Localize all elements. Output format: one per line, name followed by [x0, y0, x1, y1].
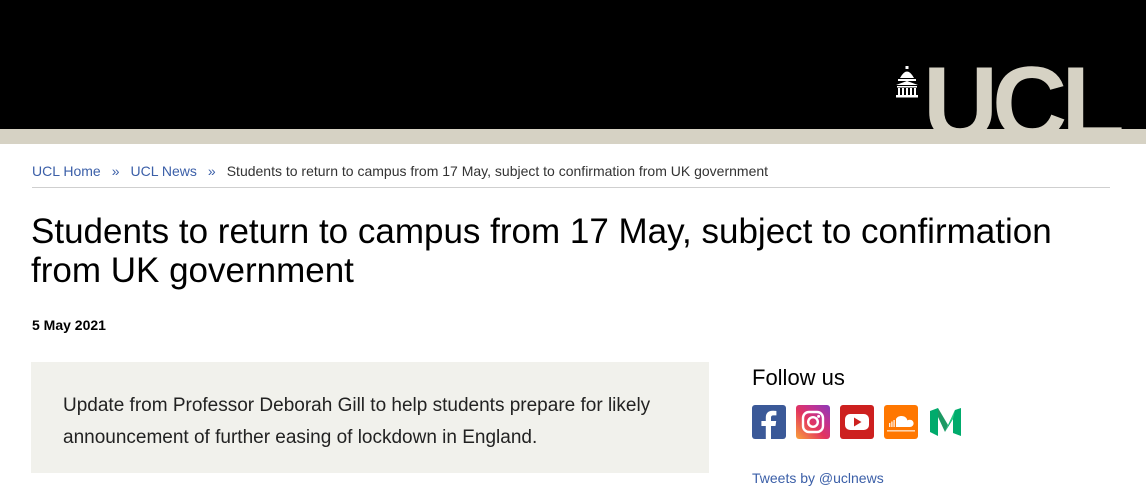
medium-icon[interactable] — [928, 405, 962, 439]
page-title: Students to return to campus from 17 May… — [31, 212, 1052, 290]
breadcrumb-separator: » — [111, 163, 120, 179]
article-date: 5 May 2021 — [32, 317, 106, 333]
follow-us-heading: Follow us — [752, 365, 845, 390]
article-summary: Update from Professor Deborah Gill to he… — [31, 362, 709, 473]
breadcrumb-ucl-home[interactable]: UCL Home — [32, 163, 101, 179]
ucl-logo-text: UCL — [923, 46, 1125, 162]
breadcrumb-ucl-news[interactable]: UCL News — [131, 163, 197, 179]
ucl-logo[interactable]: UCL — [895, 52, 1125, 156]
youtube-icon[interactable] — [840, 405, 874, 439]
tweets-by-link[interactable]: Tweets by @uclnews — [752, 470, 884, 486]
breadcrumb-separator: » — [207, 163, 216, 179]
portico-icon — [896, 66, 918, 98]
breadcrumb: UCL Home » UCL News » Students to return to … — [32, 162, 1110, 188]
summary-text: Update from Professor Deborah Gill to he… — [63, 395, 651, 448]
soundcloud-icon[interactable] — [884, 405, 918, 439]
instagram-icon[interactable] — [796, 405, 830, 439]
facebook-icon[interactable] — [752, 405, 786, 439]
social-links — [752, 405, 962, 439]
breadcrumb-current: Students to return to campus from 17 May… — [226, 163, 769, 179]
